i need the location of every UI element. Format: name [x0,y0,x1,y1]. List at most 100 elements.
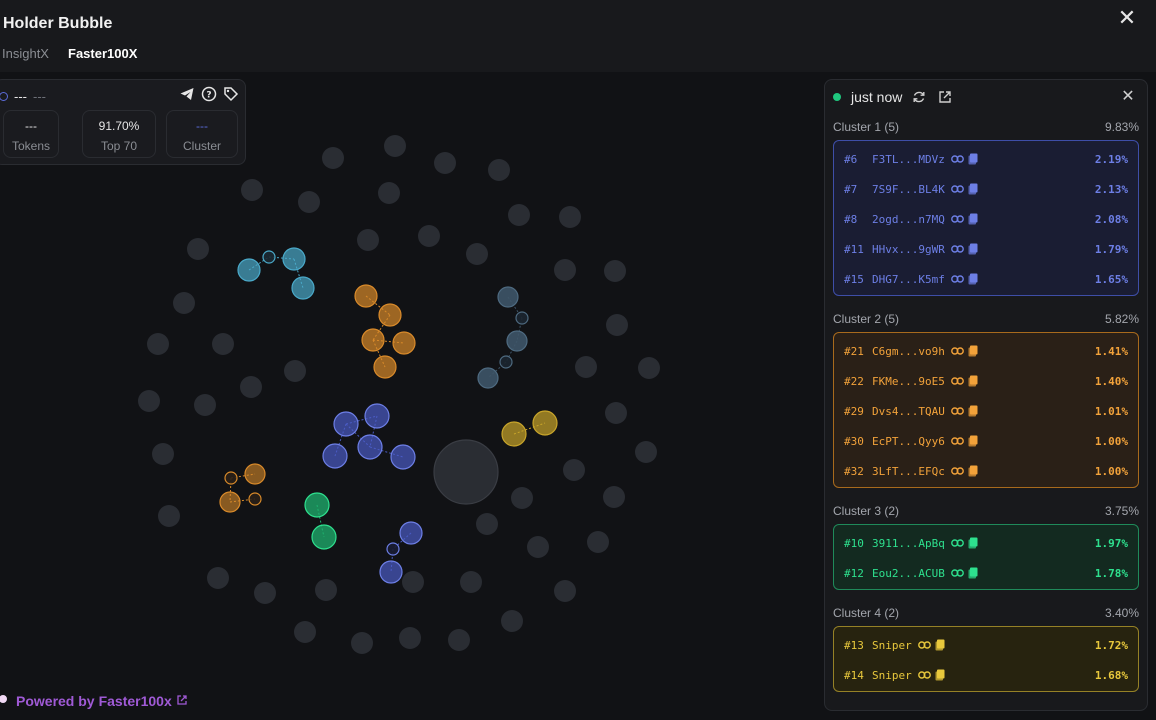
holder-address[interactable]: HHvx...9gWR [872,243,945,256]
link-icon[interactable] [950,214,964,224]
holder-address[interactable]: FKMe...9oE5 [872,375,945,388]
holder-bubble[interactable] [384,135,406,157]
holder-row[interactable]: #14 Sniper 1.68% [834,660,1138,690]
holder-bubble[interactable] [527,536,549,558]
cluster-bubble-small[interactable] [515,311,529,325]
panel-close-icon[interactable]: ✕ [1119,86,1137,105]
copy-icon[interactable] [935,639,945,651]
holder-bubble[interactable] [605,402,627,424]
holder-bubble[interactable] [501,610,523,632]
cluster-bubble[interactable] [291,276,315,300]
link-icon[interactable] [950,538,964,548]
holder-bubble[interactable] [357,229,379,251]
holder-row[interactable]: #22 FKMe...9oE5 1.40% [834,366,1138,396]
holder-bubble[interactable] [508,204,530,226]
holder-row[interactable]: #6 F3TL...MDVz 2.19% [834,144,1138,174]
external-link-icon[interactable] [936,88,954,106]
refresh-icon[interactable] [910,88,928,106]
cluster-bubble[interactable] [354,284,378,308]
holder-bubble[interactable] [147,333,169,355]
link-icon[interactable] [950,184,964,194]
holder-bubble[interactable] [378,182,400,204]
cluster-bubble[interactable] [333,411,359,437]
cluster-bubble[interactable] [244,463,266,485]
holder-address[interactable]: 7S9F...BL4K [872,183,945,196]
cluster-bubble[interactable] [364,403,390,429]
holder-bubble[interactable] [606,314,628,336]
holder-bubble[interactable] [635,441,657,463]
cluster-bubble-small[interactable] [499,355,513,369]
cluster-bubble[interactable] [322,443,348,469]
holder-address[interactable]: 2ogd...n7MQ [872,213,945,226]
bubble-canvas[interactable] [0,72,820,720]
holder-bubble[interactable] [587,531,609,553]
holder-row[interactable]: #11 HHvx...9gWR 1.79% [834,234,1138,264]
holder-address[interactable]: Sniper [872,669,912,682]
link-icon[interactable] [950,406,964,416]
holder-bubble-large[interactable] [433,439,499,505]
external-link-icon[interactable] [176,693,188,709]
holder-bubble[interactable] [212,333,234,355]
holder-bubble[interactable] [511,487,533,509]
holder-bubble[interactable] [418,225,440,247]
cluster-bubble[interactable] [373,355,397,379]
holder-bubble[interactable] [294,621,316,643]
holder-bubble[interactable] [315,579,337,601]
link-icon[interactable] [950,346,964,356]
holder-address[interactable]: EcPT...Qyy6 [872,435,945,448]
copy-icon[interactable] [968,405,978,417]
cluster-bubble[interactable] [497,286,519,308]
holder-bubble[interactable] [476,513,498,535]
holder-bubble[interactable] [460,571,482,593]
link-icon[interactable] [950,376,964,386]
holder-bubble[interactable] [241,179,263,201]
copy-icon[interactable] [968,153,978,165]
holder-bubble[interactable] [603,486,625,508]
cluster-bubble[interactable] [379,560,403,584]
copy-icon[interactable] [968,435,978,447]
telegram-icon[interactable] [179,86,195,102]
link-icon[interactable] [917,640,931,650]
tab-faster100x[interactable]: Faster100X [68,46,137,61]
cluster-bubble[interactable] [390,444,416,470]
tab-insightx[interactable]: InsightX [2,46,49,61]
cluster-bubble[interactable] [219,491,241,513]
holder-address[interactable]: F3TL...MDVz [872,153,945,166]
copy-icon[interactable] [968,273,978,285]
cluster-bubble[interactable] [532,410,558,436]
cluster-bubble[interactable] [361,328,385,352]
holder-address[interactable]: 3911...ApBq [872,537,945,550]
link-icon[interactable] [950,244,964,254]
holder-bubble[interactable] [488,159,510,181]
cluster-bubble[interactable] [357,434,383,460]
link-icon[interactable] [950,436,964,446]
cluster-bubble-small[interactable] [262,250,276,264]
cluster-bubble[interactable] [477,367,499,389]
link-icon[interactable] [917,670,931,680]
holder-bubble[interactable] [554,259,576,281]
holder-bubble[interactable] [138,390,160,412]
holder-address[interactable]: Sniper [872,639,912,652]
holder-bubble[interactable] [434,152,456,174]
holder-row[interactable]: #8 2ogd...n7MQ 2.08% [834,204,1138,234]
cluster-bubble-small[interactable] [248,492,262,506]
holder-row[interactable]: #29 Dvs4...TQAU 1.01% [834,396,1138,426]
holder-bubble[interactable] [298,191,320,213]
holder-row[interactable]: #30 EcPT...Qyy6 1.00% [834,426,1138,456]
link-icon[interactable] [950,466,964,476]
holder-bubble[interactable] [254,582,276,604]
holder-bubble[interactable] [448,629,470,651]
holder-bubble[interactable] [554,580,576,602]
tag-icon[interactable] [223,86,239,102]
holder-row[interactable]: #10 3911...ApBq 1.97% [834,528,1138,558]
cluster-bubble-small[interactable] [386,542,400,556]
link-icon[interactable] [950,274,964,284]
holder-bubble[interactable] [351,632,373,654]
copy-icon[interactable] [968,183,978,195]
copy-icon[interactable] [968,537,978,549]
cluster-bubble[interactable] [237,258,261,282]
holder-bubble[interactable] [187,238,209,260]
cluster-bubble[interactable] [501,421,527,447]
copy-icon[interactable] [968,465,978,477]
holder-bubble[interactable] [604,260,626,282]
